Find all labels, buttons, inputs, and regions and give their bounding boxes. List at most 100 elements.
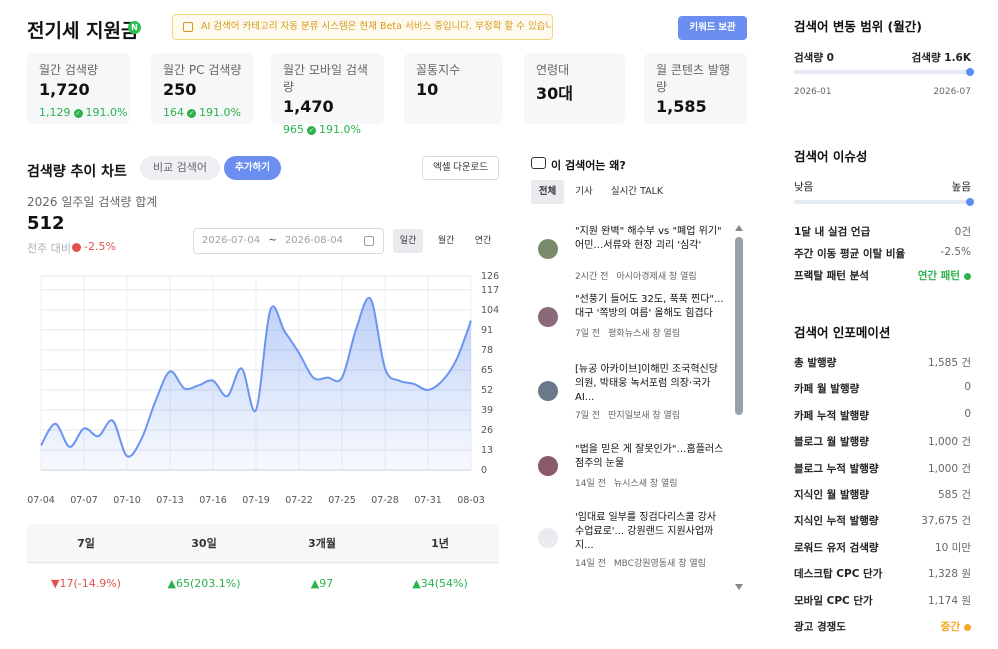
- issue-title: 검색어 이슈성: [794, 149, 868, 164]
- range-min-label: 검색량 0: [794, 52, 834, 64]
- status-dot-icon: [964, 272, 971, 280]
- news-list: "지원 완벽" 해수부 vs "폐업 위기" 어민…서류와 현장 괴리 '심각'…: [531, 215, 741, 592]
- check-icon: ✓: [187, 108, 196, 118]
- info-row: 모바일 CPC 단가 1,174 원: [794, 595, 971, 607]
- news-item[interactable]: [뉴공 아카이브]이해민 조국혁신당 의원, 박태웅 녹서포럼 의장·국가AI.…: [531, 363, 731, 423]
- stat-card-monthly: 월간 검색량 1,720 1,129 ✓ 191.0%: [27, 53, 130, 124]
- info-row: 카페 누적 발행량 0: [794, 408, 971, 422]
- news-item[interactable]: "지원 완벽" 해수부 vs "폐업 위기" 어민…서류와 현장 괴리 '심각'…: [531, 225, 731, 285]
- date-to: 2026-08-04: [284, 235, 344, 246]
- range-start: 2026-01: [794, 87, 832, 97]
- range-end: 2026-07: [933, 87, 971, 97]
- calendar-icon: [364, 236, 374, 246]
- chat-icon: [531, 157, 546, 169]
- x-tick-label: 07-13: [156, 495, 184, 506]
- news-meta: 7일 전 평화뉴스새 창 열림: [575, 329, 681, 339]
- scroll-down-icon[interactable]: [735, 584, 743, 590]
- stat-change: 965 ✓ 191.0%: [283, 123, 361, 136]
- info-row: 광고 경쟁도 중간: [794, 619, 971, 634]
- period-daily-button[interactable]: 일간: [393, 229, 423, 253]
- news-meta: 2시간 전 아시아경제새 창 열림: [575, 272, 697, 282]
- news-meta: 7일 전 딴지일보새 창 열림: [575, 411, 681, 421]
- news-panel-title: 이 검색어는 왜?: [531, 157, 626, 173]
- period-yearly-button[interactable]: 연간: [468, 229, 498, 253]
- y-tick-label: 104: [481, 305, 499, 316]
- beta-notice-text: AI 검색어 카테고리 자동 분류 시스템은 현재 Beta 서비스 중입니다.…: [201, 21, 553, 32]
- weekly-sum-value: 512: [27, 213, 65, 234]
- stat-value: 1,470: [283, 97, 334, 116]
- scroll-thumb[interactable]: [735, 237, 743, 415]
- news-item[interactable]: '임대료 일부를 징검다리스쿨 강사 수업료로'... 강원랜드 지원사업까지.…: [531, 511, 731, 581]
- news-thumbnail: [538, 381, 558, 401]
- down-icon: [72, 242, 81, 252]
- add-keyword-button[interactable]: 추가하기: [224, 156, 281, 180]
- stat-value: 1,585: [656, 97, 707, 116]
- info-row: 지식인 누적 발행량 37,675 건: [794, 515, 971, 527]
- scroll-up-icon[interactable]: [735, 225, 743, 231]
- news-thumbnail: [538, 307, 558, 327]
- info-row: 지식인 월 발행량 585 건: [794, 489, 971, 501]
- news-title[interactable]: [뉴공 아카이브]이해민 조국혁신당 의원, 박태웅 녹서포럼 의장·국가AI.…: [575, 363, 725, 405]
- x-tick-label: 07-31: [414, 495, 442, 506]
- stat-label: 월간 모바일 검색량: [283, 63, 368, 94]
- news-title[interactable]: '임대료 일부를 징검다리스쿨 강사 수업료로'... 강원랜드 지원사업까지.…: [575, 511, 725, 553]
- news-meta: 14일 전 MBC강원영동새 창 열림: [575, 559, 706, 569]
- info-row: 데스크탑 CPC 단가 1,328 원: [794, 568, 971, 580]
- keyword-save-button[interactable]: 키워드 보관: [678, 16, 747, 40]
- range-title: 검색어 변동 범위 (월간): [794, 19, 922, 34]
- stat-change: 164 ✓ 191.0%: [163, 106, 241, 119]
- news-title[interactable]: "법을 믿은 게 잘못인가"…홈플러스 점주의 눈물: [575, 443, 725, 471]
- tab-realtime-talk[interactable]: 실시간 TALK: [606, 180, 668, 204]
- stat-card-index: 꼴통지수 10: [404, 53, 503, 124]
- period-monthly-button[interactable]: 월간: [431, 229, 461, 253]
- news-item[interactable]: "선풍기 들어도 32도, 푹푹 찐다"... 대구 '쪽방의 여름' 올해도 …: [531, 293, 731, 353]
- tab-article[interactable]: 기사: [570, 180, 598, 204]
- summary-value: ▲97: [310, 577, 334, 590]
- y-tick-label: 13: [481, 445, 493, 456]
- summary-header: 7일: [77, 537, 95, 550]
- range-slider: [794, 68, 974, 76]
- range-max-label: 검색량 1.6K: [911, 52, 971, 64]
- weekly-sum-label: 2026 일주일 검색량 합계: [27, 195, 158, 209]
- check-icon: ✓: [307, 125, 316, 135]
- stat-card-mobile: 월간 모바일 검색량 1,470 965 ✓ 191.0%: [271, 53, 384, 136]
- info-row: 블로그 월 발행량 1,000 건: [794, 436, 971, 448]
- x-tick-label: 07-22: [285, 495, 313, 506]
- issue-scale: 낮음 높음: [794, 179, 971, 194]
- naver-badge-icon: N: [128, 21, 141, 34]
- stat-value: 250: [163, 80, 197, 99]
- summary-value: ▲65(203.1%): [167, 577, 241, 590]
- news-scrollbar[interactable]: [735, 225, 743, 590]
- issue-slider: [794, 198, 974, 206]
- y-tick-label: 91: [481, 325, 493, 336]
- notice-icon: [183, 22, 193, 32]
- compare-keyword-button[interactable]: 비교 검색어: [140, 156, 220, 180]
- prev-week-label: 전주 대비: [27, 242, 71, 255]
- issue-row: 주간 이동 평균 이탈 비율 -2.5%: [794, 246, 971, 260]
- excel-download-button[interactable]: 엑셀 다운로드: [422, 156, 499, 180]
- summary-value: ▲34(54%): [412, 577, 468, 590]
- stat-label: 월간 검색량: [39, 63, 99, 77]
- info-row: 카페 월 발행량 0: [794, 381, 971, 395]
- stat-value: 30대: [536, 84, 573, 103]
- stat-change: 1,129 ✓ 191.0%: [39, 106, 128, 119]
- stat-value: 10: [416, 80, 439, 99]
- tab-all[interactable]: 전체: [531, 180, 564, 204]
- news-title[interactable]: "지원 완벽" 해수부 vs "폐업 위기" 어민…서류와 현장 괴리 '심각': [575, 225, 725, 253]
- stat-label: 월간 PC 검색량: [163, 63, 242, 77]
- check-icon: ✓: [73, 108, 83, 118]
- date-range-picker[interactable]: 2026-07-04 ~ 2026-08-04: [193, 228, 384, 254]
- news-title[interactable]: "선풍기 들어도 32도, 푹푹 찐다"... 대구 '쪽방의 여름' 올해도 …: [575, 293, 725, 321]
- date-separator: ~: [268, 235, 277, 246]
- x-tick-label: 07-04: [27, 495, 55, 506]
- x-tick-label: 07-25: [328, 495, 356, 506]
- date-from: 2026-07-04: [202, 235, 261, 246]
- search-volume-chart: 0 13 26 39 52 65 78 91 104 117 126 07-04 07-07 07-10 0…: [27, 271, 499, 506]
- trend-chart-title: 검색량 추이 차트: [27, 164, 127, 180]
- news-meta: 14일 전 뉴시스새 창 열림: [575, 479, 678, 489]
- stat-value: 1,720: [39, 80, 90, 99]
- news-item[interactable]: "법을 믿은 게 잘못인가"…홈플러스 점주의 눈물 14일 전 뉴시스새 창 열…: [531, 443, 731, 503]
- beta-notice: AI 검색어 카테고리 자동 분류 시스템은 현재 Beta 서비스 중입니다.…: [172, 14, 553, 40]
- x-tick-label: 07-10: [113, 495, 141, 506]
- x-tick-label: 07-28: [371, 495, 399, 506]
